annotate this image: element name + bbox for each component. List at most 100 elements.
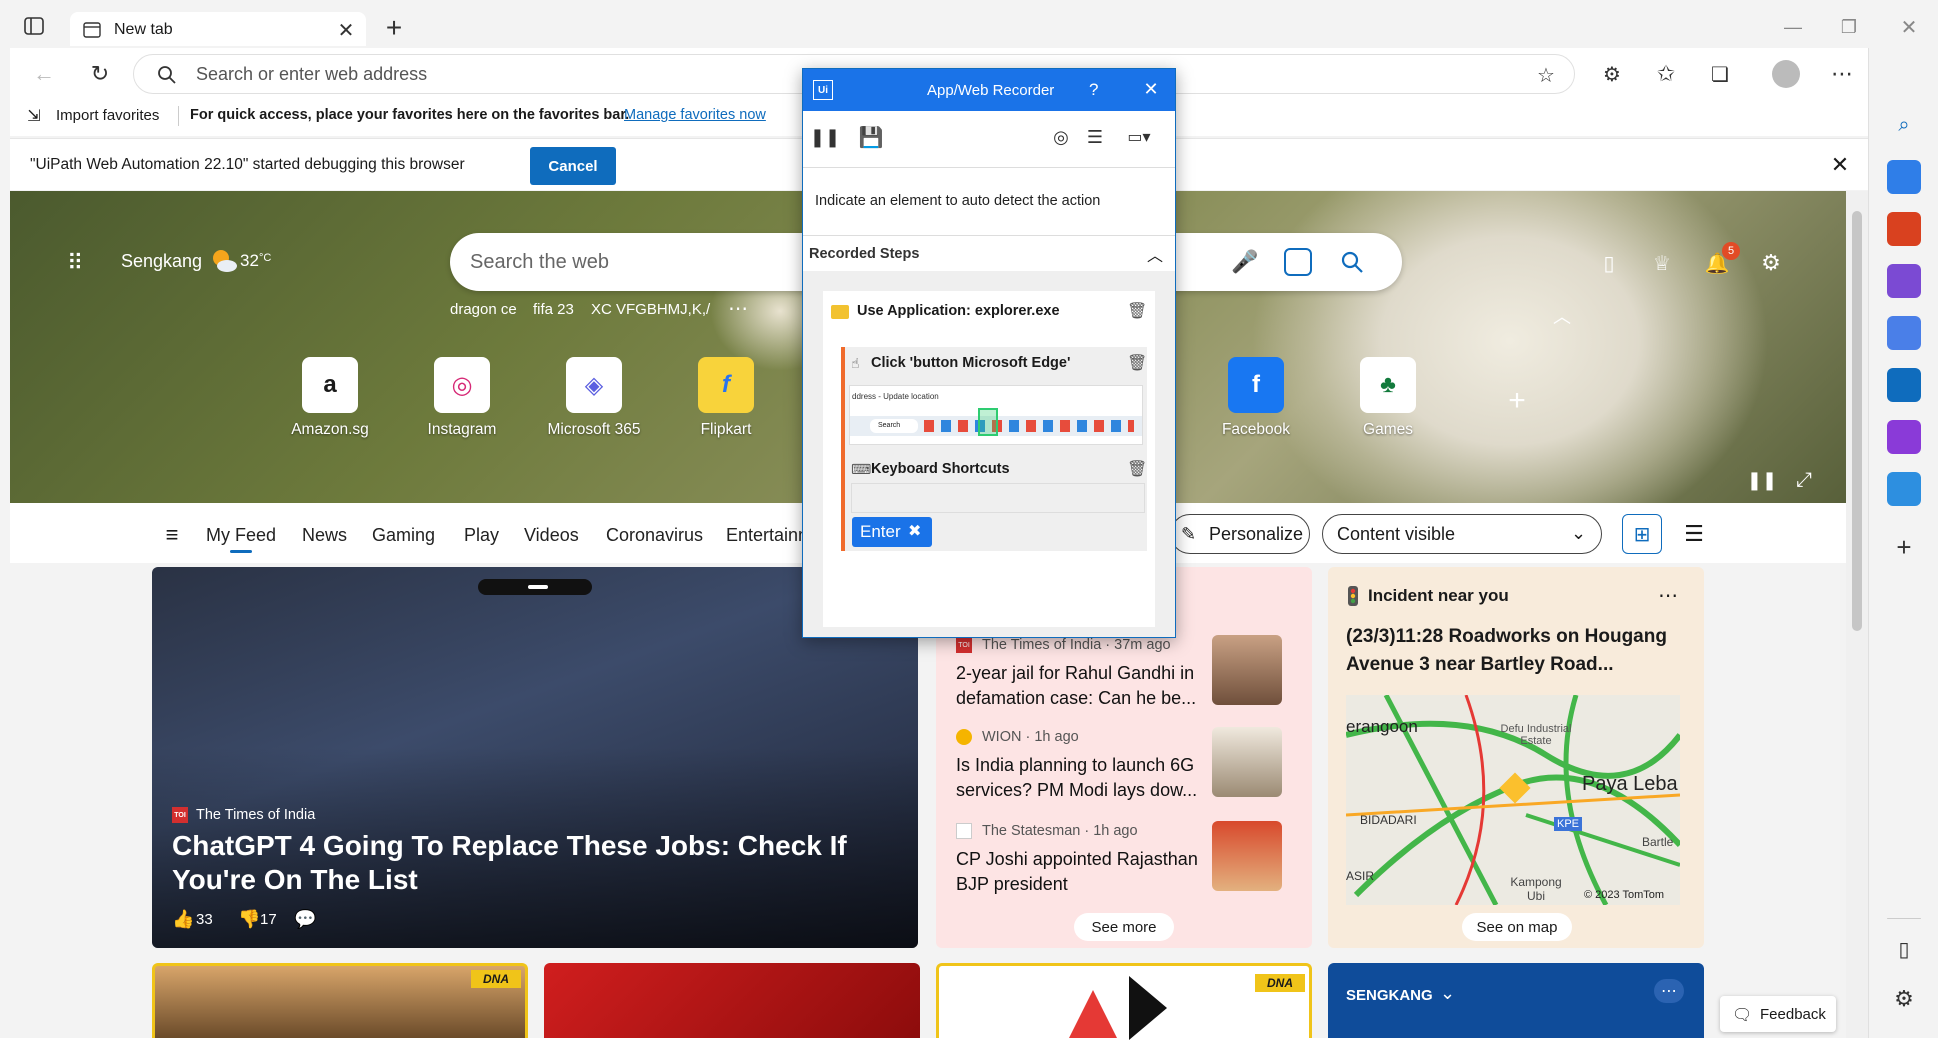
web-search-icon[interactable]: [1338, 248, 1366, 276]
bottom-card-2[interactable]: [544, 963, 920, 1038]
outlook-icon[interactable]: [1887, 368, 1921, 402]
step-click-button[interactable]: ☝ Click 'button Microsoft Edge' 🗑 ddress…: [841, 347, 1147, 467]
recorded-steps-header[interactable]: Recorded Steps ︿: [803, 235, 1175, 271]
incident-more-icon[interactable]: ⋯: [1658, 583, 1678, 608]
list-view-icon[interactable]: ☰: [1674, 514, 1714, 554]
quick-search-3[interactable]: XC VFGBHMJ,K,/: [591, 301, 710, 318]
quick-search-2[interactable]: fifa 23: [533, 301, 574, 318]
profile-avatar[interactable]: [1772, 60, 1800, 88]
tile-flipkart[interactable]: f Flipkart: [666, 357, 786, 439]
tile-facebook[interactable]: f Facebook: [1196, 357, 1316, 439]
feed-menu-icon[interactable]: ≡: [160, 522, 184, 547]
bottom-card-3[interactable]: DNA: [936, 963, 1312, 1040]
collapse-steps-icon[interactable]: ︿: [1147, 242, 1163, 266]
news-headline[interactable]: CP Joshi appointed Rajasthan BJP preside…: [956, 847, 1206, 897]
quick-search-1[interactable]: dragon ce: [450, 301, 517, 318]
tab-gaming[interactable]: Gaming: [372, 525, 435, 546]
close-tab-icon[interactable]: ✕: [336, 20, 356, 42]
manage-favorites-link[interactable]: Manage favorites now: [624, 107, 766, 123]
bottom-card-weather[interactable]: SENGKANG ⌄ ⋯: [1328, 963, 1704, 1038]
close-infobar-icon[interactable]: ✕: [1828, 152, 1852, 177]
sidebar-settings-icon[interactable]: ⚙: [1887, 982, 1921, 1016]
search-sidebar-icon[interactable]: ⌕: [1887, 108, 1921, 142]
bottom-card-1[interactable]: DNA: [152, 963, 528, 1038]
tab-my-feed[interactable]: My Feed: [206, 525, 276, 546]
add-shortcut-icon[interactable]: +: [1502, 384, 1532, 417]
personalize-button[interactable]: ✎ Personalize: [1170, 514, 1310, 554]
weather-card-location[interactable]: SENGKANG: [1346, 987, 1433, 1004]
feedback-button[interactable]: 🗨 Feedback: [1720, 996, 1836, 1032]
apps-launcher-icon[interactable]: ⠿: [60, 248, 90, 278]
page-settings-icon[interactable]: ⚙: [1756, 248, 1786, 278]
tab-new-tab[interactable]: New tab ✕: [70, 12, 366, 46]
games-sidebar-icon[interactable]: [1887, 264, 1921, 298]
delete-step-icon[interactable]: 🗑: [1127, 459, 1147, 479]
comment-icon[interactable]: 💬: [294, 909, 316, 930]
new-tab-button[interactable]: +: [380, 12, 408, 43]
tab-entertainment[interactable]: Entertainm: [726, 525, 813, 546]
recorder-close-icon[interactable]: ✕: [1141, 79, 1161, 99]
tab-news[interactable]: News: [302, 525, 347, 546]
delete-step-icon[interactable]: 🗑: [1127, 301, 1147, 321]
news-headline[interactable]: 2-year jail for Rahul Gandhi in defamati…: [956, 661, 1206, 711]
add-sidebar-app-icon[interactable]: +: [1887, 530, 1921, 564]
sidebar-toggle-icon[interactable]: [22, 14, 46, 38]
add-favorite-icon[interactable]: ☆: [1534, 63, 1558, 87]
microphone-icon[interactable]: 🎤: [1231, 248, 1258, 276]
keyboard-input-field[interactable]: [851, 483, 1145, 513]
tools-icon[interactable]: [1887, 212, 1921, 246]
recorder-help-button[interactable]: ?: [1089, 80, 1098, 100]
incident-map[interactable]: erangoon Defu Industrial Estate Paya Leb…: [1346, 695, 1680, 905]
tile-games[interactable]: ♣ Games: [1328, 357, 1448, 439]
page-scrollbar[interactable]: [1846, 191, 1868, 1038]
recorded-steps-toggle-icon[interactable]: ☰: [1083, 125, 1107, 149]
weather-location[interactable]: Sengkang: [121, 251, 202, 272]
collapse-chevron-icon[interactable]: ︿: [1550, 306, 1574, 327]
grid-view-icon[interactable]: ⊞: [1622, 514, 1662, 554]
see-more-button[interactable]: See more: [1074, 913, 1174, 941]
collections-icon[interactable]: ❏: [1706, 60, 1734, 88]
article-headline[interactable]: ChatGPT 4 Going To Replace These Jobs: C…: [172, 829, 872, 897]
tab-videos[interactable]: Videos: [524, 525, 579, 546]
pause-background-icon[interactable]: ❚❚: [1747, 468, 1777, 492]
import-favorites-button[interactable]: Import favorites: [56, 107, 159, 124]
extensions-icon[interactable]: ⚙: [1598, 60, 1626, 88]
more-options-icon[interactable]: ⋯: [1828, 60, 1856, 88]
delete-step-icon[interactable]: 🗑: [1127, 353, 1147, 373]
incident-card[interactable]: Incident near you ⋯ (23/3)11:28 Roadwork…: [1328, 567, 1704, 948]
tile-amazon[interactable]: a Amazon.sg: [270, 357, 390, 439]
expand-background-icon[interactable]: ⤢: [1792, 468, 1816, 492]
minimize-button[interactable]: —: [1780, 14, 1806, 40]
send-icon[interactable]: [1887, 472, 1921, 506]
enter-key-chip[interactable]: Enter ✖: [852, 517, 932, 547]
save-recording-icon[interactable]: 💾: [859, 125, 884, 149]
close-window-button[interactable]: ✕: [1896, 14, 1922, 40]
tile-instagram[interactable]: ◎ Instagram: [402, 357, 522, 439]
like-icon[interactable]: 👍: [172, 909, 194, 930]
rewards-icon[interactable]: ♕: [1648, 248, 1676, 278]
favorites-icon[interactable]: ✩: [1652, 60, 1680, 88]
cancel-debugging-button[interactable]: Cancel: [530, 147, 616, 185]
tab-play[interactable]: Play: [464, 525, 499, 546]
shopping-icon[interactable]: [1887, 160, 1921, 194]
content-visibility-select[interactable]: Content visible ⌄: [1322, 514, 1602, 554]
recorder-options-icon[interactable]: ▭▾: [1119, 125, 1159, 149]
pause-recording-icon[interactable]: ❚❚: [810, 125, 840, 149]
tab-coronavirus[interactable]: Coronavirus: [606, 525, 703, 546]
refresh-icon[interactable]: ↻: [86, 60, 114, 88]
restore-button[interactable]: ❐: [1836, 14, 1862, 40]
remove-key-icon[interactable]: ✖: [908, 521, 921, 541]
news-headline[interactable]: Is India planning to launch 6G services?…: [956, 753, 1206, 803]
record-target-icon[interactable]: ◎: [1049, 125, 1073, 149]
tile-microsoft365[interactable]: ◈ Microsoft 365: [534, 357, 654, 439]
scrollbar-thumb[interactable]: [1852, 211, 1862, 631]
dislike-icon[interactable]: 👎: [238, 909, 260, 930]
quick-search-more-icon[interactable]: ⋯: [728, 296, 748, 321]
see-on-map-button[interactable]: See on map: [1462, 913, 1572, 941]
visual-search-icon[interactable]: [1284, 248, 1312, 276]
designer-icon[interactable]: [1887, 420, 1921, 454]
microsoft365-icon[interactable]: [1887, 316, 1921, 350]
weather-card-more-icon[interactable]: ⋯: [1654, 979, 1684, 1003]
hide-sidebar-icon[interactable]: ▯: [1887, 932, 1921, 966]
mobile-icon[interactable]: ▯: [1596, 248, 1622, 278]
